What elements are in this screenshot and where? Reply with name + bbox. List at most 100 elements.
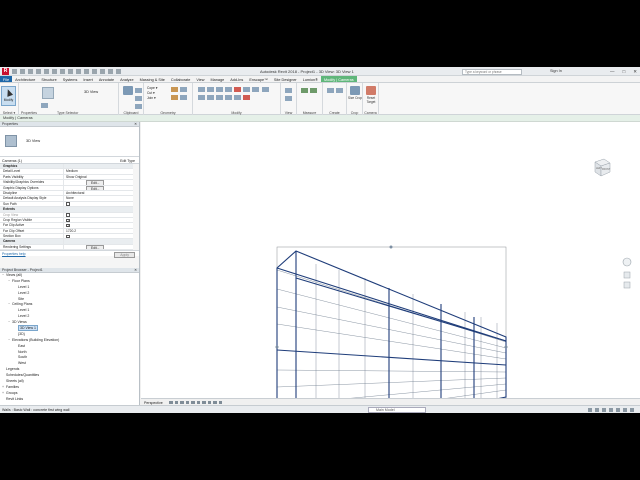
reveal-hidden-icon[interactable] [218,400,222,404]
visual-style-icon[interactable] [174,400,178,404]
property-value[interactable]: None [64,196,133,200]
viewcube-front-face[interactable]: FRONT [602,168,611,171]
tab-enscape[interactable]: Enscape™ [246,76,271,82]
property-edit-button[interactable]: Edit... [86,185,105,190]
crop-handles[interactable] [275,245,508,399]
show-crop-icon[interactable] [202,400,206,404]
editable-only-icon[interactable] [588,408,592,412]
viewcube[interactable]: LEFT FRONT [591,156,613,178]
text-icon[interactable] [68,69,73,74]
steering-wheel-icon[interactable] [622,257,632,267]
select-links-icon[interactable] [595,408,599,412]
section-icon[interactable] [84,69,89,74]
tab-analyze[interactable]: Analyze [117,76,137,82]
property-edit-button[interactable]: Edit... [86,244,105,250]
3d-view-icon[interactable] [76,69,81,74]
pin-icon[interactable] [252,87,259,92]
customize-qat-icon[interactable] [116,69,121,74]
split-face-icon[interactable] [180,87,187,92]
shadows-icon[interactable] [185,400,189,404]
print-icon[interactable] [52,69,57,74]
rotate-icon[interactable] [207,95,214,100]
tab-architecture[interactable]: Architecture [12,76,38,82]
property-edit-button[interactable]: Edit... [86,180,105,185]
temp-hide-icon[interactable] [213,400,217,404]
reset-target-button[interactable]: Reset Target [364,86,378,104]
tab-file[interactable]: File [0,76,13,82]
cut-icon[interactable] [135,88,142,93]
trim-icon[interactable] [243,87,250,92]
switch-windows-icon[interactable] [108,69,113,74]
maximize-button[interactable]: □ [623,69,626,75]
properties-help-link[interactable]: Properties help [2,252,26,256]
property-value[interactable]: Architectural [64,191,133,195]
open-icon[interactable] [12,69,17,74]
create-assembly-icon[interactable] [327,88,334,93]
apply-button[interactable]: Apply [114,251,135,258]
hide-icon[interactable] [285,88,292,93]
tab-site-designer[interactable]: Site Designer [271,76,300,82]
align-icon[interactable] [198,87,205,92]
sync-icon[interactable] [28,69,33,74]
modify-button[interactable]: Modify [1,86,16,106]
drag-elements-icon[interactable] [623,408,627,412]
tab-massing-site[interactable]: Massing & Site [137,76,168,82]
minimize-button[interactable]: — [610,69,615,75]
lock-view-icon[interactable] [207,400,211,404]
property-checkbox[interactable] [66,213,70,217]
scale-icon[interactable] [234,95,241,100]
sun-path-icon[interactable] [180,400,184,404]
delete-icon[interactable] [243,95,250,100]
active-workset-field[interactable]: Main Model [368,407,426,413]
select-by-face-icon[interactable] [616,408,620,412]
tab-insert[interactable]: Insert [80,76,96,82]
close-button[interactable]: ✕ [633,69,637,75]
property-checkbox[interactable] [66,234,70,239]
copy-icon[interactable] [135,96,142,101]
tab-manage[interactable]: Manage [208,76,228,82]
edit-type-button[interactable]: Edit Type [120,159,135,163]
tab-view[interactable]: View [193,76,207,82]
3d-viewport[interactable] [141,122,640,413]
detail-level-icon[interactable] [169,400,173,404]
tab-add-ins[interactable]: Add-Ins [227,76,246,82]
property-value[interactable]: 1720.2 [64,229,133,233]
tab-annotate[interactable]: Annotate [96,76,117,82]
crop-view-icon[interactable] [196,400,200,404]
measure-icon[interactable] [60,69,65,74]
thin-lines-icon[interactable] [92,69,97,74]
measure-distance-icon[interactable] [301,88,308,93]
close-hidden-icon[interactable] [100,69,105,74]
tab-collaborate[interactable]: Collaborate [168,76,193,82]
paint-icon[interactable] [171,95,178,100]
zoom-icon[interactable] [623,271,631,279]
move-icon[interactable] [262,87,270,92]
view-scale-label[interactable]: Perspective [144,401,163,405]
offset-icon[interactable] [207,87,214,92]
paste-button[interactable] [121,86,135,104]
override-icon[interactable] [285,96,292,101]
tab-structure[interactable]: Structure [38,76,59,82]
dimension-icon[interactable] [310,88,317,93]
mirror-draw-icon[interactable] [225,87,232,92]
revit-logo[interactable]: R [2,68,9,75]
search-input[interactable]: Type a keyword or phrase [462,68,522,75]
render-icon[interactable] [191,400,195,404]
property-value[interactable]: Show Original [64,175,133,179]
instance-selector[interactable]: Cameras (1) Edit Type [0,157,139,164]
undo-icon[interactable] [36,69,41,74]
wall-outline[interactable] [276,250,507,413]
array-icon[interactable] [225,95,232,100]
properties-icon[interactable] [40,102,52,111]
redo-icon[interactable] [44,69,49,74]
filter-icon[interactable] [630,408,634,412]
tab-systems[interactable]: Systems [60,76,81,82]
split-icon[interactable] [234,87,241,92]
select-underlay-icon[interactable] [602,408,606,412]
property-checkbox[interactable] [66,202,70,206]
zoom-extents-icon[interactable] [623,281,631,289]
size-crop-button[interactable]: Size Crop [348,86,362,104]
match-icon[interactable] [135,104,142,109]
property-value[interactable]: Medium [64,169,133,173]
demolish-icon[interactable] [180,95,187,100]
